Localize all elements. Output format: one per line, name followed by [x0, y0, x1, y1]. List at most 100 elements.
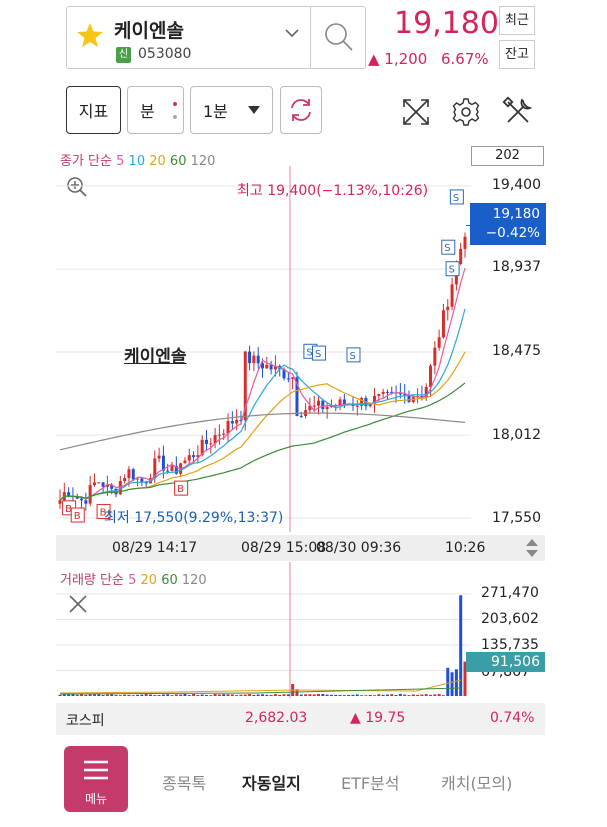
- price-change: ▲ 1,200: [368, 50, 428, 68]
- volume-bar: [123, 694, 127, 696]
- candle-body: [88, 485, 92, 504]
- volume-bar: [230, 694, 234, 696]
- volume-bar: [140, 694, 144, 696]
- candle-count-input[interactable]: 202: [471, 146, 544, 166]
- volume-bar: [183, 693, 187, 696]
- volume-bar: [92, 694, 96, 696]
- period-button[interactable]: 분: [127, 86, 184, 134]
- menu-label: 메뉴: [84, 792, 108, 806]
- volume-bar: [144, 694, 148, 696]
- volume-bar: [148, 694, 152, 696]
- nav-item-catch[interactable]: 캐치(모의): [441, 770, 512, 794]
- candle-body: [433, 347, 437, 366]
- candle-body: [131, 469, 135, 480]
- volume-bar: [355, 694, 359, 696]
- search-icon: [325, 23, 353, 51]
- volume-bar: [411, 694, 415, 696]
- favorite-star-icon[interactable]: [76, 22, 104, 48]
- candle-body: [192, 455, 196, 458]
- volume-bar: [407, 695, 411, 696]
- volume-bar: [235, 695, 239, 696]
- volume-bar: [282, 694, 286, 696]
- search-button[interactable]: [310, 6, 366, 69]
- volume-bar: [450, 672, 454, 696]
- candle-body: [299, 415, 303, 417]
- candle-body: [101, 482, 105, 487]
- recent-button[interactable]: 최근: [499, 6, 535, 35]
- chart-stock-label: 케이엔솔: [124, 347, 187, 367]
- index-percent: 0.74%: [490, 710, 535, 726]
- scroll-arrows-icon[interactable]: [524, 538, 540, 558]
- volume-bar: [226, 694, 230, 696]
- stock-code: 053080: [138, 46, 192, 62]
- candle-body: [429, 365, 433, 388]
- balance-button[interactable]: 잔고: [499, 40, 535, 69]
- volume-bar: [157, 695, 161, 696]
- new-listing-badge: 신: [116, 47, 131, 63]
- candle-body: [97, 482, 101, 484]
- volume-bar: [278, 694, 282, 696]
- volume-bar: [161, 694, 165, 696]
- volume-bar: [179, 694, 183, 696]
- current-price-tag-value: 19,180: [492, 206, 540, 222]
- candle-body: [312, 405, 316, 407]
- price-tick: 18,012: [492, 427, 541, 443]
- volume-bar: [420, 694, 424, 696]
- volume-bar: [248, 694, 252, 696]
- volume-chart[interactable]: [56, 562, 471, 698]
- volume-bar: [325, 694, 329, 696]
- volume-bar: [88, 694, 92, 696]
- volume-bar: [97, 694, 101, 696]
- volume-bar: [312, 694, 316, 696]
- volume-bar: [166, 694, 170, 696]
- refresh-button[interactable]: [280, 86, 322, 134]
- volume-bar: [252, 695, 256, 696]
- price-chart[interactable]: BB BBS S SSSS: [56, 166, 471, 532]
- volume-bar: [192, 694, 196, 696]
- candle-body: [381, 391, 385, 395]
- volume-bar: [265, 694, 269, 696]
- volume-bar: [329, 694, 333, 696]
- low-label: 최저 17,550(9.29%,13:37): [104, 510, 284, 526]
- menu-button[interactable]: 메뉴: [64, 746, 128, 812]
- minute-select[interactable]: 1분: [190, 86, 273, 134]
- period-dots-icon: [173, 102, 177, 120]
- nav-item-stock-talk[interactable]: 종목톡: [162, 770, 206, 794]
- candle-body: [317, 400, 321, 406]
- candle-body: [248, 351, 252, 364]
- gear-icon[interactable]: [451, 97, 481, 127]
- time-label: 08/30 09:36: [316, 540, 402, 556]
- candle-body: [256, 355, 260, 364]
- volume-bar: [446, 667, 450, 696]
- time-label: 08/29 15:08: [241, 540, 327, 556]
- price-tick: 19,400: [492, 177, 541, 193]
- volume-bar: [364, 695, 368, 696]
- volume-bar: [360, 695, 364, 696]
- volume-bar: [196, 695, 200, 696]
- fullscreen-icon[interactable]: [400, 96, 432, 128]
- candle-body: [58, 500, 62, 504]
- volume-bar: [67, 694, 71, 696]
- volume-bar: [84, 694, 88, 696]
- candle-body: [463, 236, 467, 249]
- sell-marker-label: S: [306, 347, 312, 358]
- buy-marker-label: B: [177, 484, 184, 495]
- volume-bar: [347, 694, 351, 696]
- volume-bar: [209, 695, 213, 696]
- volume-bar: [299, 694, 303, 696]
- candle-body: [80, 498, 84, 501]
- volume-bar: [58, 694, 62, 696]
- volume-bar: [174, 694, 178, 696]
- nav-item-etf-analysis[interactable]: ETF분석: [341, 770, 400, 794]
- volume-bar: [377, 694, 381, 696]
- chevron-down-icon[interactable]: [284, 28, 300, 38]
- volume-bar: [118, 695, 122, 696]
- volume-bar: [424, 694, 428, 696]
- tools-icon[interactable]: [502, 96, 534, 128]
- nav-item-auto-journal[interactable]: 자동일지: [242, 770, 301, 794]
- volume-bar: [429, 694, 433, 696]
- volume-bar: [136, 694, 140, 696]
- indicator-button[interactable]: 지표: [66, 86, 121, 134]
- index-change: ▲ 19.75: [350, 710, 406, 726]
- volume-bar: [170, 695, 174, 696]
